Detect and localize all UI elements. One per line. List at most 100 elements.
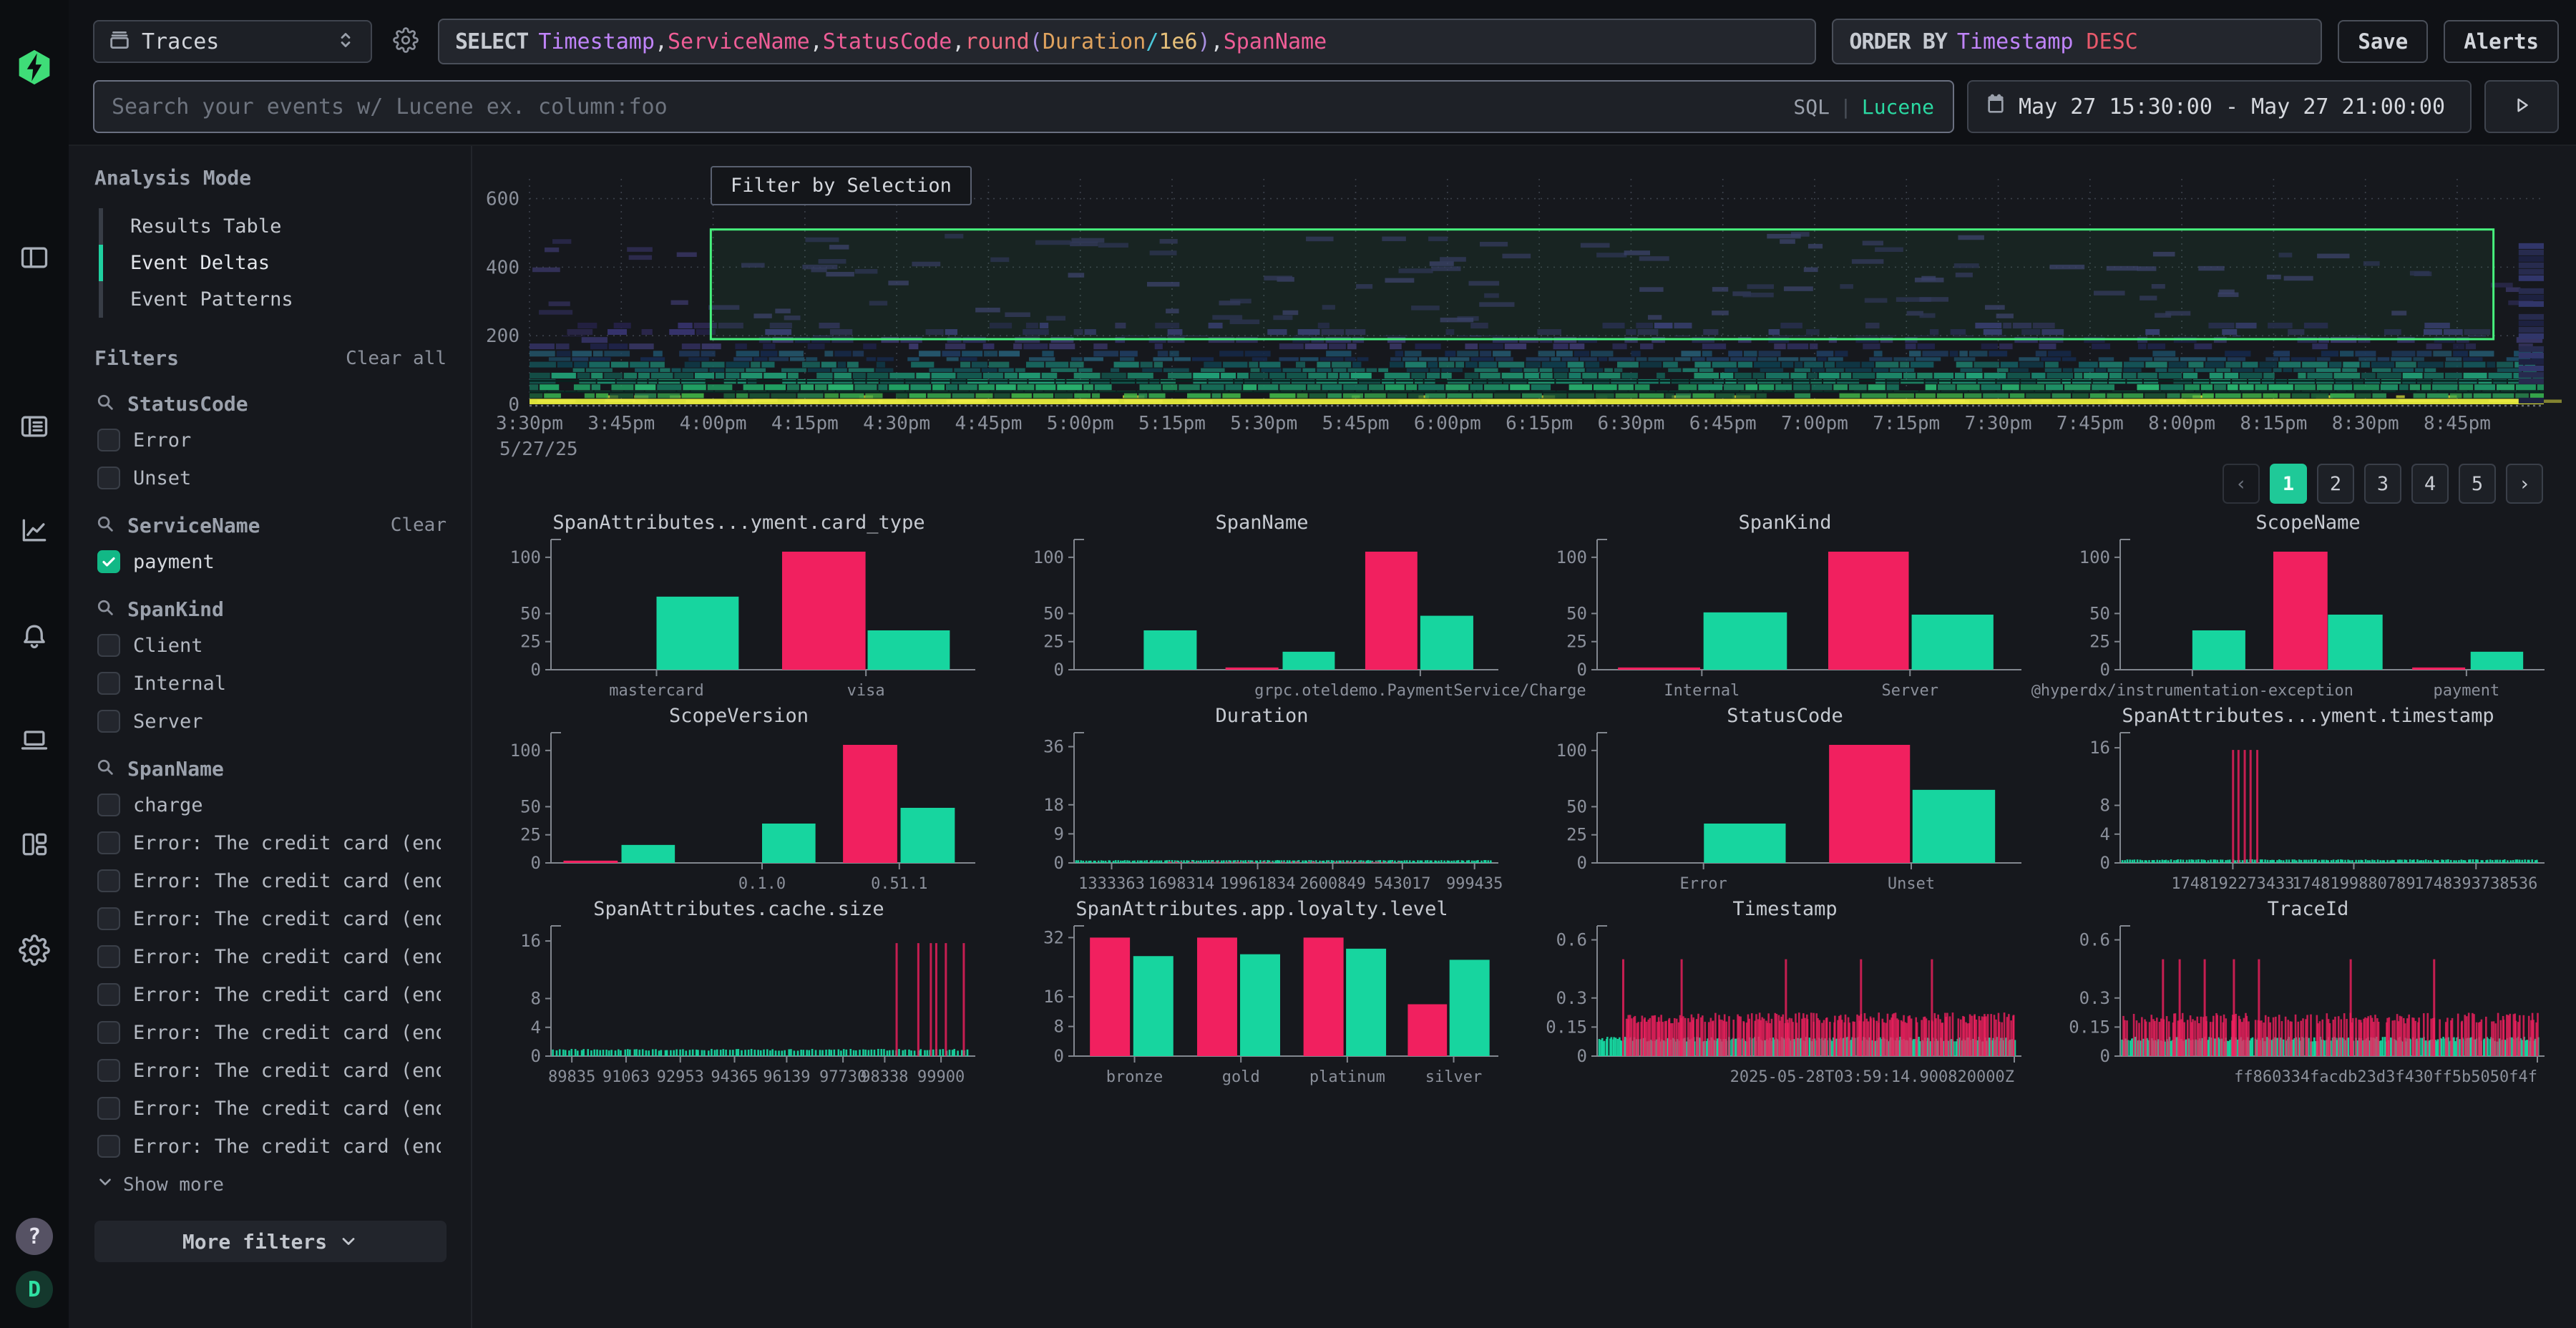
sidebar-line-chart-icon[interactable]	[14, 511, 54, 551]
query-token: ServiceName	[668, 29, 810, 54]
filter-group-name: SpanName	[127, 757, 447, 781]
select-keyword: SELECT	[455, 29, 528, 54]
filter-option[interactable]: Error: The credit card (end…	[97, 1095, 447, 1122]
checkbox-unchecked[interactable]	[97, 831, 120, 854]
mini-chart-plot[interactable]: 10050250grpc.oteldemo.PaymentService/Cha…	[1024, 535, 1500, 703]
mini-chart-plot[interactable]: 100502500.1.00.51.1	[501, 728, 977, 896]
mini-chart-plot[interactable]: 10050250ErrorUnset	[1547, 728, 2023, 896]
analysis-mode-item-event-patterns[interactable]: Event Patterns	[103, 281, 447, 318]
pagination-page-2[interactable]: 2	[2317, 464, 2354, 504]
checkbox-unchecked[interactable]	[97, 1135, 120, 1158]
mini-chart-plot[interactable]: 321680bronzegoldplatinumsilver	[1024, 922, 1500, 1089]
filter-option[interactable]: Error: The credit card (end…	[97, 829, 447, 856]
mini-chart-plot[interactable]: 0.60.30.1502025-05-28T03:59:14.900820000…	[1547, 922, 2023, 1089]
analysis-mode-item-event-deltas[interactable]: Event Deltas	[103, 245, 447, 281]
filter-group-header[interactable]: ServiceNameClear	[94, 513, 447, 537]
filter-option[interactable]: Error: The credit card (end…	[97, 867, 447, 894]
source-settings-button[interactable]	[388, 24, 424, 59]
filter-option[interactable]: Error: The credit card (end…	[97, 943, 447, 970]
pagination-page-3[interactable]: 3	[2364, 464, 2401, 504]
pagination-page-5[interactable]: 5	[2459, 464, 2496, 504]
svg-text:0.15: 0.15	[1546, 1017, 1587, 1037]
filter-group-header[interactable]: SpanName	[94, 756, 447, 781]
analysis-mode-item-results-table[interactable]: Results Table	[103, 208, 447, 245]
user-avatar[interactable]: D	[14, 1269, 54, 1309]
help-button[interactable]: ?	[14, 1216, 54, 1256]
mini-chart-plot[interactable]: 1684089835910639295394365961399773098338…	[501, 922, 977, 1089]
filter-option[interactable]: Server	[97, 708, 447, 735]
select-query-input[interactable]: SELECT Timestamp,ServiceName,StatusCode,…	[438, 19, 1816, 64]
sidebar-panel-toggle-icon[interactable]	[14, 238, 54, 278]
checkbox-unchecked[interactable]	[97, 429, 120, 451]
checkbox-unchecked[interactable]	[97, 983, 120, 1006]
filter-option[interactable]: Unset	[97, 464, 447, 492]
chevron-updown-icon	[333, 28, 358, 55]
hyperdx-logo[interactable]	[14, 47, 54, 87]
run-query-button[interactable]	[2484, 80, 2559, 133]
date-range-picker[interactable]: May 27 15:30:00 - May 27 21:00:00	[1967, 80, 2472, 133]
pagination-page-1[interactable]: 1	[2270, 464, 2307, 504]
filter-group-clear[interactable]: Clear	[391, 514, 447, 536]
checkbox-unchecked[interactable]	[97, 1059, 120, 1082]
filter-group-statuscode: StatusCode Error Unset	[94, 391, 447, 492]
filter-option[interactable]: Error	[97, 426, 447, 454]
filter-option[interactable]: Error: The credit card (end…	[97, 1057, 447, 1084]
filter-option[interactable]: Error: The credit card (end…	[97, 1133, 447, 1160]
sql-toggle[interactable]: SQL	[1793, 95, 1830, 119]
source-selector[interactable]: Traces	[93, 20, 372, 63]
selection-box[interactable]	[711, 230, 2493, 339]
checkbox-unchecked[interactable]	[97, 710, 120, 733]
sidebar-gear-icon[interactable]	[14, 930, 54, 970]
checkbox-unchecked[interactable]	[97, 869, 120, 892]
filter-option-label: Error: The credit card (end…	[133, 870, 441, 892]
sidebar-layout-icon[interactable]	[14, 824, 54, 864]
show-more-button[interactable]: Show more	[96, 1173, 447, 1196]
pagination-next[interactable]: ›	[2506, 464, 2543, 504]
sidebar-news-icon[interactable]	[14, 406, 54, 446]
order-by-input[interactable]: ORDER BY Timestamp DESC	[1832, 19, 2322, 64]
pagination-prev[interactable]: ‹	[2223, 464, 2260, 504]
mini-chart-scope_version: ScopeVersion100502500.1.00.51.1	[501, 704, 977, 897]
lucene-toggle[interactable]: Lucene	[1862, 95, 1934, 119]
alerts-button[interactable]: Alerts	[2444, 20, 2559, 63]
svg-text:6:30pm: 6:30pm	[1597, 413, 1664, 434]
filter-option[interactable]: Client	[97, 632, 447, 659]
search-input[interactable]	[94, 94, 1793, 119]
svg-text:8:15pm: 8:15pm	[2240, 413, 2307, 434]
filter-option[interactable]: Error: The credit card (end…	[97, 905, 447, 932]
mini-chart-plot[interactable]: 0.60.30.150ff860334facdb23d3f430ff5b5050…	[2070, 922, 2546, 1089]
checkbox-unchecked[interactable]	[97, 467, 120, 489]
filter-group-header[interactable]: SpanKind	[94, 597, 447, 621]
clear-all-filters[interactable]: Clear all	[346, 348, 447, 369]
mini-chart-card_type: SpanAttributes...yment.card_type10050250…	[501, 511, 977, 704]
mini-chart-plot[interactable]: 3618901333363169831419961834260084954301…	[1024, 728, 1500, 896]
svg-text:89835: 89835	[548, 1068, 595, 1086]
filter-option[interactable]: Error: The credit card (end…	[97, 981, 447, 1008]
sidebar-laptop-icon[interactable]	[14, 720, 54, 760]
checkbox-checked[interactable]	[97, 550, 120, 573]
sidebar-bell-icon[interactable]	[14, 615, 54, 655]
more-filters-label: More filters	[182, 1230, 327, 1254]
mini-chart-plot[interactable]: 1684017481922734331748199880789174839373…	[2070, 728, 2546, 896]
checkbox-unchecked[interactable]	[97, 672, 120, 695]
svg-text:5:15pm: 5:15pm	[1138, 413, 1206, 434]
checkbox-unchecked[interactable]	[97, 794, 120, 816]
mini-chart-plot[interactable]: 10050250@hyperdx/instrumentation-excepti…	[2070, 535, 2546, 703]
mini-chart-plot[interactable]: 10050250InternalServer	[1547, 535, 2023, 703]
filter-option[interactable]: charge	[97, 791, 447, 819]
filter-option[interactable]: Error: The credit card (end…	[97, 1019, 447, 1046]
svg-text:100: 100	[2079, 547, 2110, 567]
more-filters-button[interactable]: More filters	[94, 1221, 447, 1262]
save-button[interactable]: Save	[2338, 20, 2428, 63]
filter-option[interactable]: Internal	[97, 670, 447, 697]
checkbox-unchecked[interactable]	[97, 634, 120, 657]
checkbox-unchecked[interactable]	[97, 1097, 120, 1120]
filter-group-name: SpanKind	[127, 597, 447, 621]
pagination-page-4[interactable]: 4	[2411, 464, 2449, 504]
checkbox-unchecked[interactable]	[97, 945, 120, 968]
filter-group-header[interactable]: StatusCode	[94, 391, 447, 416]
checkbox-unchecked[interactable]	[97, 907, 120, 930]
mini-chart-plot[interactable]: 10050250mastercardvisa	[501, 535, 977, 703]
filter-option[interactable]: payment	[97, 548, 447, 575]
checkbox-unchecked[interactable]	[97, 1021, 120, 1044]
